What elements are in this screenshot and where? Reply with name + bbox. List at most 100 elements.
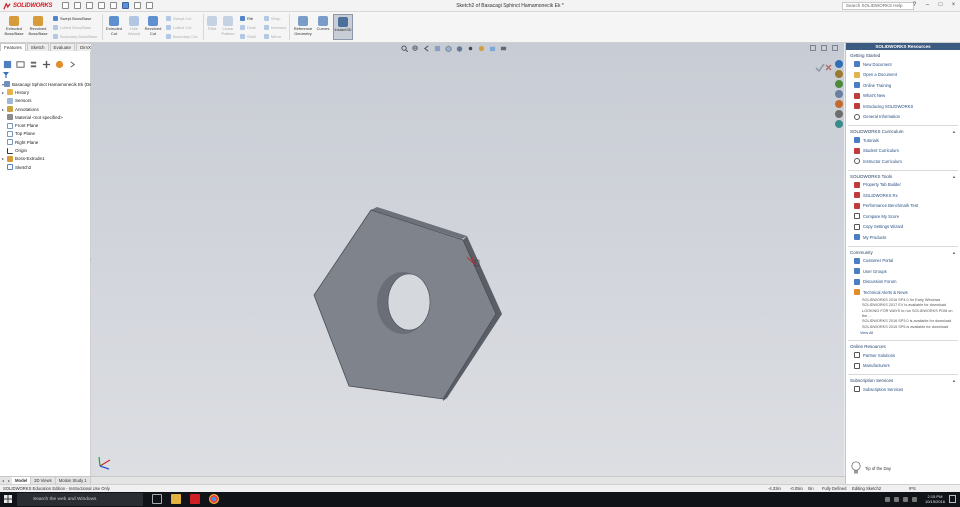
tree-item-history[interactable]: ▸ History <box>2 88 90 96</box>
tip-of-the-day[interactable]: Tip of the Day <box>850 461 891 475</box>
link-my-products[interactable]: My Products <box>850 232 958 243</box>
lofted-boss-button[interactable]: Lofted Boss/Base <box>53 24 91 30</box>
rebuild-icon[interactable] <box>134 2 141 9</box>
tab-3d-views[interactable]: 3D Views <box>31 477 56 484</box>
link-technical-alerts[interactable]: Technical Alerts & News <box>850 287 958 298</box>
unit-system[interactable]: IPS <box>909 485 916 492</box>
link-user-groups[interactable]: User Groups <box>850 266 958 277</box>
tree-item-top-plane[interactable]: Top Plane <box>2 130 90 138</box>
collapse-section-icon[interactable]: ▲ <box>952 378 956 383</box>
tab-motion-study[interactable]: Motion Study 1 <box>56 477 91 484</box>
tree-item-origin[interactable]: Origin <box>2 146 90 154</box>
swept-cut-button[interactable]: Swept Cut <box>166 15 191 21</box>
filter-icon[interactable] <box>3 72 9 78</box>
link-instructor-curriculum[interactable]: Instructor Curriculum <box>850 156 958 167</box>
rib-button[interactable]: Rib <box>240 15 253 21</box>
network-icon[interactable] <box>893 496 899 502</box>
display-manager-tab-icon[interactable] <box>55 60 64 69</box>
more-tabs-icon[interactable] <box>68 60 77 69</box>
tree-item-right-plane[interactable]: Right Plane <box>2 138 90 146</box>
link-manufacturers[interactable]: Manufacturers <box>850 361 958 372</box>
instant3d-button[interactable]: Instant3D <box>333 14 353 40</box>
link-tutorials[interactable]: Tutorials <box>850 135 958 146</box>
design-library-icon[interactable] <box>835 70 843 78</box>
extruded-cut-button[interactable]: Extruded Cut <box>104 16 124 36</box>
link-compare-score[interactable]: Compare My Score <box>850 211 958 222</box>
linear-pattern-button[interactable]: Linear Pattern <box>219 16 237 36</box>
volume-icon[interactable] <box>902 496 908 502</box>
view-palette-icon[interactable] <box>835 90 843 98</box>
view-all-link[interactable]: View All <box>850 331 958 335</box>
graphics-area[interactable] <box>91 43 844 476</box>
solidworks-logo[interactable]: SOLIDWORKS <box>3 2 53 10</box>
file-explorer-icon[interactable] <box>171 494 181 504</box>
help-icon[interactable]: ? <box>911 2 918 9</box>
taskbar-clock[interactable]: 2:15 PM 10/19/2016 <box>925 494 945 504</box>
link-whats-new[interactable]: What's New <box>850 91 958 102</box>
windows-start-icon[interactable] <box>4 495 12 503</box>
curves-button[interactable]: Curves <box>316 16 330 32</box>
open-icon[interactable] <box>74 2 81 9</box>
hexagonal-nut-part[interactable] <box>91 43 844 476</box>
draft-button[interactable]: Draft <box>240 24 256 30</box>
tree-item-annotations[interactable]: ▸ Annotations <box>2 105 90 113</box>
revolved-boss-button[interactable]: Revolved Boss/Base <box>27 16 49 36</box>
lofted-cut-button[interactable]: Lofted Cut <box>166 24 191 30</box>
reference-geometry-button[interactable]: Reference Geometry <box>291 16 315 36</box>
taskbar-search-input[interactable]: Search the web and Windows <box>17 493 143 506</box>
news-item[interactable]: SOLIDWORKS 2016 SP4.0 for Early Windows <box>850 298 958 302</box>
link-general-information[interactable]: General Information <box>850 112 958 123</box>
link-solidworks-rx[interactable]: SOLIDWORKS Rx <box>850 190 958 201</box>
file-explorer-icon[interactable] <box>835 80 843 88</box>
boundary-cut-button[interactable]: Boundary Cut <box>166 33 197 39</box>
tab-model[interactable]: Model <box>12 477 32 484</box>
tree-item-material[interactable]: Material <not specified> <box>2 113 90 121</box>
tree-item-sensors[interactable]: Sensors <box>2 97 90 105</box>
tab-sketch[interactable]: Sketch <box>26 43 49 51</box>
undo-icon[interactable] <box>110 2 117 9</box>
link-student-curriculum[interactable]: Student Curriculum <box>850 146 958 157</box>
link-new-document[interactable]: New Document <box>850 59 958 70</box>
solidworks-taskbar-icon[interactable] <box>190 494 200 504</box>
link-subscription-services[interactable]: Subscription Services <box>850 384 958 395</box>
shell-button[interactable]: Shell <box>240 33 256 39</box>
revolved-cut-button[interactable]: Revolved Cut <box>143 16 163 36</box>
news-item[interactable]: SOLIDWORKS 2017 EV is available for down… <box>850 303 958 307</box>
tab-evaluate[interactable]: Evaluate <box>49 43 76 51</box>
select-icon[interactable] <box>122 2 129 9</box>
minimize-icon[interactable]: – <box>924 2 931 9</box>
news-item[interactable]: SOLIDWORKS 2015 SP5 is available for dow… <box>850 325 958 329</box>
task-view-icon[interactable] <box>152 494 162 504</box>
tree-root-part[interactable]: ▾ Basacagi Sphinct Hamamonecik Ek (Defau… <box>2 80 102 88</box>
fillet-button[interactable]: Fillet <box>205 16 219 32</box>
link-benchmark-test[interactable]: Performance Benchmark Test <box>850 201 958 212</box>
new-icon[interactable] <box>62 2 69 9</box>
tab-features[interactable]: Features <box>0 43 26 51</box>
action-center-icon[interactable] <box>949 495 956 503</box>
link-customer-portal[interactable]: Customer Portal <box>850 256 958 267</box>
chrome-icon[interactable] <box>209 494 219 504</box>
collapse-section-icon[interactable]: ▲ <box>952 174 956 179</box>
link-introducing[interactable]: Introducing SOLIDWORKS <box>850 101 958 112</box>
tree-item-front-plane[interactable]: Front Plane <box>2 121 90 129</box>
feature-manager-tab-icon[interactable] <box>3 60 12 69</box>
print-icon[interactable] <box>98 2 105 9</box>
news-item[interactable]: SOLIDWORKS 2016 SP3.0 is available for d… <box>850 319 958 323</box>
options-icon[interactable] <box>146 2 153 9</box>
link-online-training[interactable]: Online Training <box>850 80 958 91</box>
link-property-tab-builder[interactable]: Property Tab Builder <box>850 180 958 191</box>
save-icon[interactable] <box>86 2 93 9</box>
news-item[interactable]: LOOKING FOR WAYS to run SOLIDWORKS PDM o… <box>850 309 958 318</box>
close-icon[interactable]: × <box>950 2 957 9</box>
tray-chevron-icon[interactable] <box>884 496 890 502</box>
link-copy-settings[interactable]: Copy Settings Wizard <box>850 222 958 233</box>
link-partner-solutions[interactable]: Partner Solutions <box>850 350 958 361</box>
collapse-section-icon[interactable]: ▲ <box>952 129 956 134</box>
solidworks-forum-icon[interactable] <box>835 120 843 128</box>
wrap-button[interactable]: Wrap <box>264 15 280 21</box>
custom-properties-icon[interactable] <box>835 110 843 118</box>
tree-item-sketch[interactable]: Sketch2 <box>2 163 90 171</box>
collapse-section-icon[interactable]: ▲ <box>952 250 956 255</box>
intersect-button[interactable]: Intersect <box>264 24 286 30</box>
mirror-button[interactable]: Mirror <box>264 33 281 39</box>
